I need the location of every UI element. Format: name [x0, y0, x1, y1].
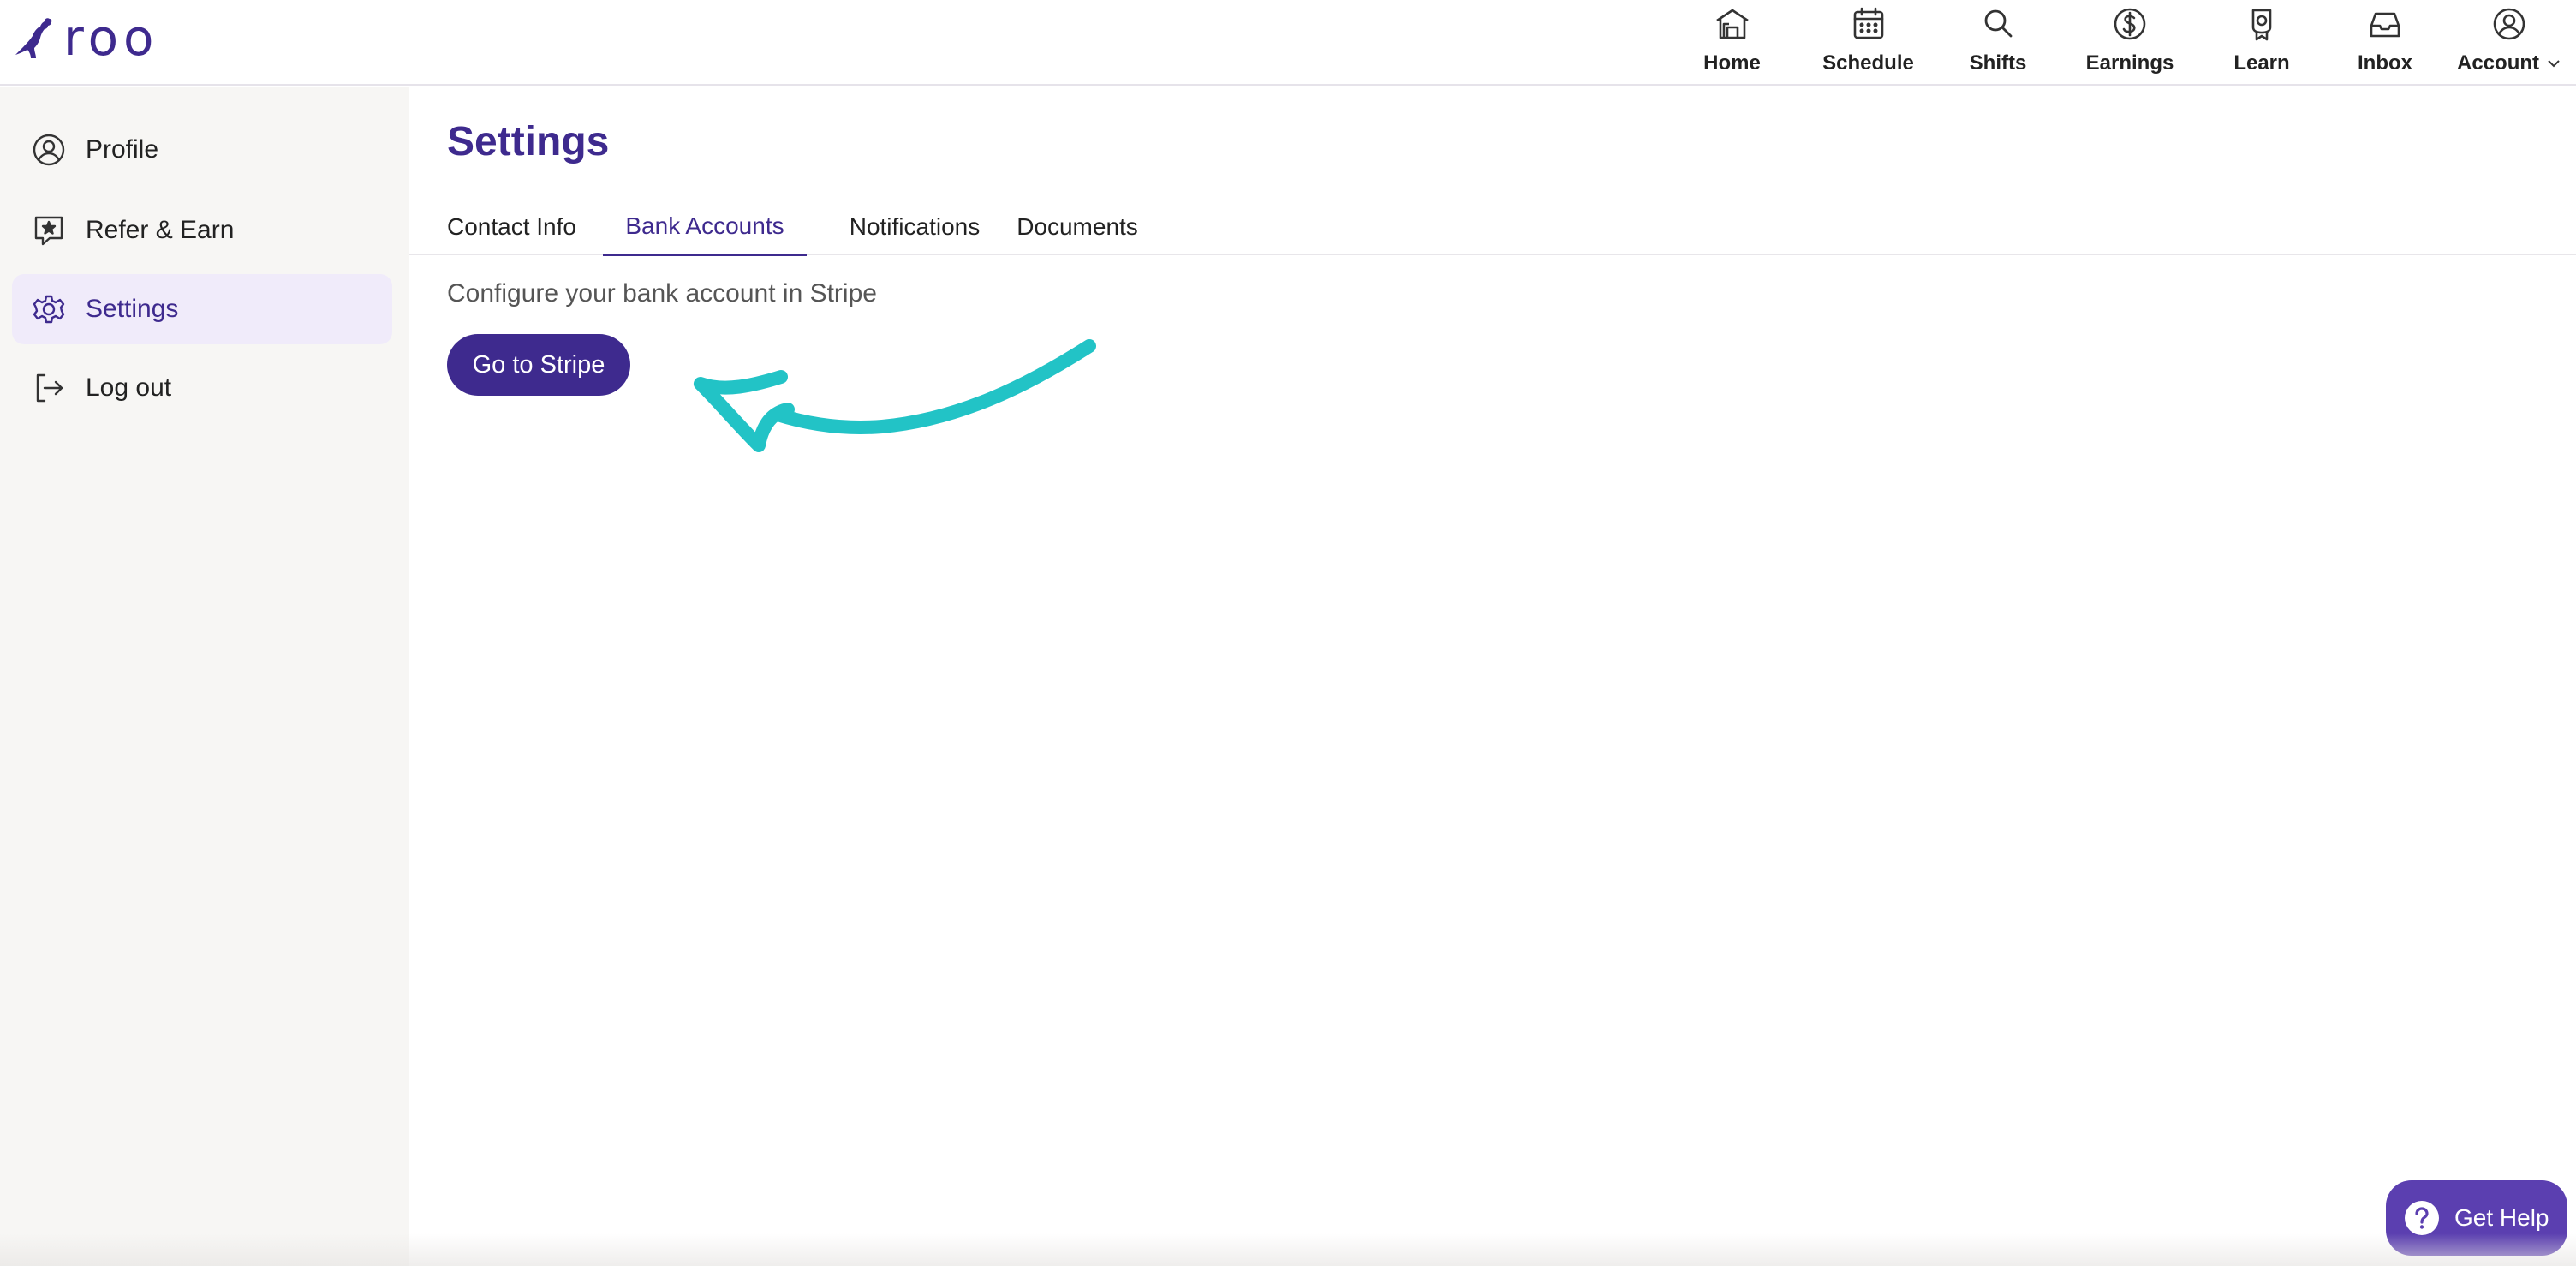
main-nav: Home Schedule Shifts Earnings Learn Inbo… — [1670, 0, 2576, 86]
user-circle-icon — [33, 134, 65, 166]
logo-text: roo — [63, 9, 159, 67]
sidebar-item-label: Settings — [86, 295, 179, 323]
nav-learn-label: Learn — [2233, 51, 2290, 75]
sidebar-item-refer-earn[interactable]: Refer & Earn — [12, 195, 392, 266]
chevron-down-icon — [2548, 60, 2560, 68]
roo-logo[interactable]: roo — [12, 9, 159, 67]
gear-icon — [33, 295, 65, 324]
nav-inbox[interactable]: Inbox — [2329, 0, 2441, 86]
nav-account-label: Account — [2457, 51, 2539, 75]
logout-icon — [36, 373, 63, 403]
sidebar: Profile Refer & Earn Settings Log out — [0, 87, 409, 1266]
go-to-stripe-button[interactable]: Go to Stripe — [447, 334, 630, 396]
award-ribbon-icon — [2251, 9, 2272, 41]
sidebar-item-label: Profile — [86, 135, 159, 164]
tab-documents[interactable]: Documents — [1009, 199, 1146, 255]
bottom-shade — [0, 1233, 2576, 1266]
sidebar-item-profile[interactable]: Profile — [12, 115, 392, 185]
settings-tabs: Contact Info Bank Accounts Notifications… — [409, 199, 2576, 256]
nav-inbox-label: Inbox — [2358, 51, 2412, 75]
nav-home-label: Home — [1703, 51, 1761, 75]
get-help-label: Get Help — [2454, 1204, 2549, 1231]
sidebar-item-label: Log out — [86, 373, 172, 402]
nav-account[interactable]: Account — [2449, 0, 2569, 86]
page-title: Settings — [447, 119, 610, 164]
nav-schedule-label: Schedule — [1822, 51, 1914, 75]
bank-account-description: Configure your bank account in Stripe — [447, 279, 877, 308]
sidebar-item-logout[interactable]: Log out — [12, 353, 392, 423]
question-circle-icon — [2405, 1201, 2439, 1235]
nav-shifts[interactable]: Shifts — [1942, 0, 2054, 86]
dollar-circle-icon — [2114, 8, 2146, 40]
nav-home[interactable]: Home — [1670, 0, 1794, 86]
tab-bank-accounts[interactable]: Bank Accounts — [603, 199, 807, 256]
nav-earnings[interactable]: Earnings — [2066, 0, 2194, 86]
tab-contact-info[interactable]: Contact Info — [447, 199, 593, 255]
calendar-icon — [1853, 7, 1883, 39]
user-circle-icon — [2493, 8, 2525, 40]
kangaroo-logo-icon — [15, 18, 52, 58]
sidebar-item-label: Refer & Earn — [86, 216, 235, 244]
nav-earnings-label: Earnings — [2085, 51, 2174, 75]
annotation-arrow-icon — [694, 339, 1096, 452]
inbox-icon — [2370, 12, 2400, 38]
nav-learn[interactable]: Learn — [2206, 0, 2317, 86]
star-message-icon — [34, 216, 63, 246]
home-icon — [1715, 9, 1749, 39]
tab-notifications[interactable]: Notifications — [820, 199, 1009, 255]
nav-shifts-label: Shifts — [1969, 51, 2027, 75]
account-row: Account — [2457, 51, 2561, 75]
top-bar: roo Home Schedule Shifts Earnings Learn … — [0, 0, 2576, 86]
search-icon — [1984, 9, 2012, 38]
sidebar-item-settings[interactable]: Settings — [12, 274, 392, 344]
nav-schedule[interactable]: Schedule — [1806, 0, 1930, 86]
